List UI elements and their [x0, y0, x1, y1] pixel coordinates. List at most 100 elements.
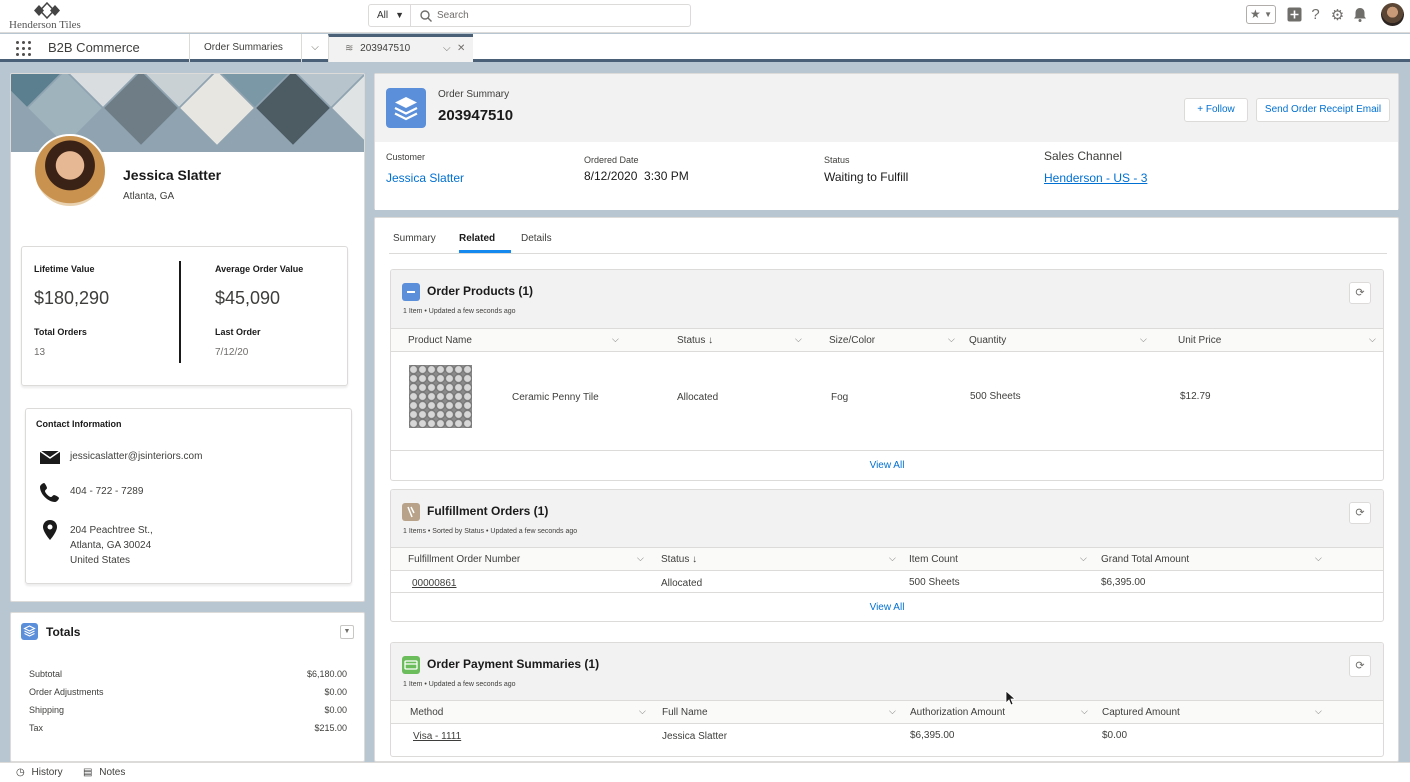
- nav-tab-order-summaries[interactable]: Order Summaries: [189, 34, 301, 62]
- help-icon[interactable]: ?: [1307, 6, 1324, 23]
- phone-icon: [40, 483, 59, 502]
- product-name: Ceramic Penny Tile: [512, 392, 599, 403]
- payment-full-name: Jessica Slatter: [662, 731, 728, 742]
- send-order-receipt-button[interactable]: Send Order Receipt Email: [1256, 98, 1390, 122]
- column-header[interactable]: Product Name: [408, 335, 472, 346]
- app-launcher-icon[interactable]: [16, 41, 31, 56]
- view-all-link[interactable]: View All: [391, 460, 1383, 471]
- related-list-header: Fulfillment Orders (1) 1 Items • Sorted …: [391, 490, 1383, 547]
- search-scope-select[interactable]: All ▼: [369, 5, 411, 26]
- related-list-subtitle: 1 Item • Updated a few seconds ago: [403, 681, 516, 688]
- tab-related[interactable]: Related: [459, 233, 495, 244]
- clock-icon: ◷: [16, 767, 25, 778]
- global-header: Henderson Tiles All ▼ ★ ▼ ? ⚙: [0, 0, 1410, 33]
- chevron-down-icon[interactable]: ⌵: [1315, 553, 1322, 564]
- related-list-title[interactable]: Order Payment Summaries (1): [427, 657, 599, 671]
- chevron-down-icon[interactable]: ⌵: [612, 334, 619, 345]
- totals-value: $0.00: [324, 705, 347, 715]
- chevron-down-icon[interactable]: ⌵: [1080, 553, 1087, 564]
- customer-label: Customer: [386, 152, 426, 162]
- table-header: Method ⌵ Full Name ⌵ Authorization Amoun…: [391, 700, 1383, 724]
- chevron-down-icon[interactable]: ⌵: [795, 334, 802, 345]
- chevron-down-icon[interactable]: ⌵: [637, 553, 644, 564]
- chevron-down-icon[interactable]: ⌵: [1081, 706, 1088, 717]
- notifications-bell-icon[interactable]: [1351, 6, 1368, 23]
- sales-channel-link[interactable]: Henderson - US - 3: [1044, 171, 1147, 185]
- record-tabs: Summary Related Details: [389, 218, 1387, 254]
- payment-method-link[interactable]: Visa - 1111: [413, 731, 461, 742]
- logo-text: Henderson Tiles: [9, 19, 81, 31]
- column-header[interactable]: Method: [410, 707, 443, 718]
- henderson-logo-icon[interactable]: [32, 2, 62, 19]
- related-list-subtitle: 1 Item • Updated a few seconds ago: [403, 308, 516, 315]
- payment-auth-amount: $6,395.00: [910, 730, 955, 741]
- nav-tab-label: Order Summaries: [204, 42, 283, 53]
- status-value: Waiting to Fulfill: [824, 170, 909, 184]
- column-header[interactable]: Quantity: [969, 335, 1006, 346]
- order-products-list: Order Products (1) 1 Item • Updated a fe…: [390, 269, 1384, 481]
- chevron-down-icon[interactable]: ⌵: [889, 553, 896, 564]
- notes-utility[interactable]: ▤ Notes: [83, 767, 125, 778]
- nav-tab-menu-button[interactable]: ⌵: [301, 34, 328, 62]
- chevron-down-icon: ▼: [343, 628, 351, 635]
- search-input[interactable]: [437, 7, 677, 24]
- fulfillment-order-link[interactable]: 00000861: [412, 578, 457, 589]
- nav-tab-203947510[interactable]: ≋ 203947510 ⌵ ✕: [328, 34, 473, 62]
- related-list-title[interactable]: Order Products (1): [427, 284, 533, 298]
- column-header[interactable]: Item Count: [909, 554, 958, 565]
- column-header[interactable]: Grand Total Amount: [1101, 554, 1189, 565]
- customer-link[interactable]: Jessica Slatter: [386, 171, 464, 185]
- refresh-icon[interactable]: ⟳: [1349, 502, 1371, 524]
- tab-details[interactable]: Details: [521, 233, 552, 244]
- fulfillment-grand-total: $6,395.00: [1101, 577, 1146, 588]
- totals-label: Tax: [29, 723, 44, 733]
- lifetime-value: $180,290: [34, 288, 110, 308]
- column-header[interactable]: Size/Color: [829, 335, 875, 346]
- record-title: 203947510: [438, 107, 514, 124]
- close-tab-icon[interactable]: ✕: [457, 37, 465, 61]
- column-header[interactable]: Captured Amount: [1102, 707, 1180, 718]
- column-header[interactable]: Authorization Amount: [910, 707, 1005, 718]
- contact-email-link[interactable]: jessicaslatter@jsinteriors.com: [70, 449, 202, 464]
- chevron-down-icon[interactable]: ⌵: [948, 334, 955, 345]
- related-list-title[interactable]: Fulfillment Orders (1): [427, 504, 548, 518]
- totals-menu-button[interactable]: ▼: [340, 625, 354, 639]
- location-pin-icon: [43, 520, 57, 540]
- column-header[interactable]: Status ↓: [677, 335, 713, 346]
- setup-gear-icon[interactable]: ⚙: [1329, 6, 1346, 24]
- totals-title: Totals: [46, 625, 81, 639]
- fulfillment-order-icon: [402, 503, 420, 521]
- refresh-icon[interactable]: ⟳: [1349, 655, 1371, 677]
- product-image[interactable]: [409, 365, 472, 428]
- favorites-button[interactable]: ★ ▼: [1246, 5, 1276, 24]
- global-actions-add-icon[interactable]: [1286, 6, 1303, 23]
- contact-information: Contact Information jessicaslatter@jsint…: [25, 408, 352, 584]
- chevron-down-icon[interactable]: ⌵: [639, 706, 646, 717]
- column-header[interactable]: Unit Price: [1178, 335, 1221, 346]
- tab-summary[interactable]: Summary: [393, 233, 436, 244]
- avg-order-label: Average Order Value: [215, 264, 304, 274]
- column-header[interactable]: Status ↓: [661, 554, 697, 565]
- order-product-icon: [402, 283, 420, 301]
- record-header: Order Summary 203947510 + Follow Send Or…: [374, 73, 1399, 210]
- user-avatar[interactable]: [1381, 3, 1404, 26]
- related-list-subtitle: 1 Items • Sorted by Status • Updated a f…: [403, 528, 578, 535]
- chevron-down-icon[interactable]: ⌵: [1315, 706, 1322, 717]
- chevron-down-icon[interactable]: ⌵: [1140, 334, 1147, 345]
- chevron-down-icon[interactable]: ⌵: [443, 37, 451, 61]
- chevron-down-icon[interactable]: ⌵: [889, 706, 896, 717]
- sales-channel-label: Sales Channel: [1044, 149, 1123, 163]
- follow-button[interactable]: + Follow: [1184, 98, 1248, 122]
- view-all-link[interactable]: View All: [391, 602, 1383, 613]
- totals-label: Subtotal: [29, 669, 63, 679]
- mouse-cursor-icon: [1005, 690, 1017, 706]
- lifetime-value-label: Lifetime Value: [34, 264, 95, 274]
- column-header[interactable]: Full Name: [662, 707, 708, 718]
- chevron-down-icon: ▼: [1264, 10, 1272, 19]
- column-header[interactable]: Fulfillment Order Number: [408, 554, 520, 565]
- chevron-down-icon[interactable]: ⌵: [1369, 334, 1376, 345]
- history-utility[interactable]: ◷ History: [16, 767, 63, 778]
- refresh-icon[interactable]: ⟳: [1349, 282, 1371, 304]
- related-tabs-card: Summary Related Details Order Products (…: [374, 217, 1399, 762]
- totals-stack-icon: [21, 623, 38, 640]
